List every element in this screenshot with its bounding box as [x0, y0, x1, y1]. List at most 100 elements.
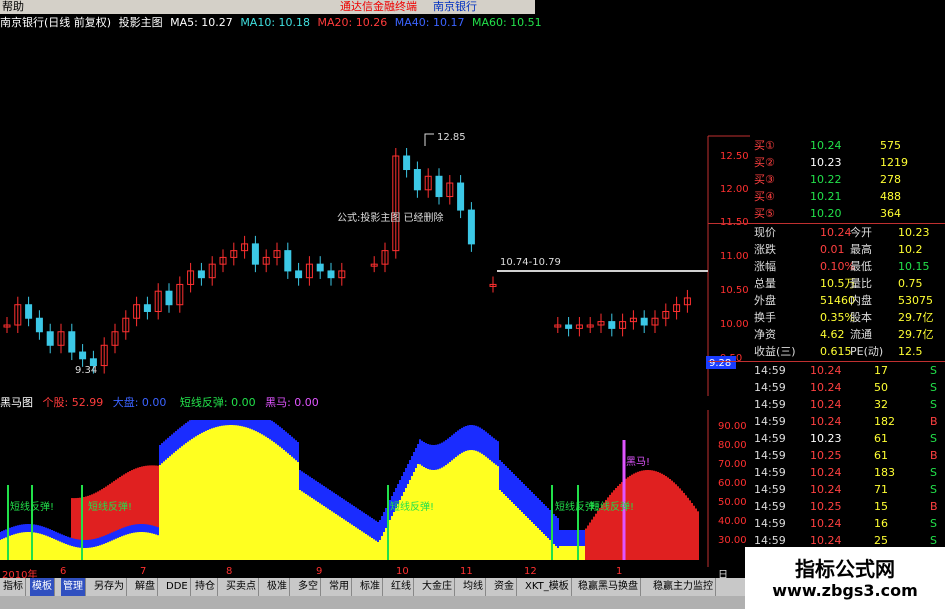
range-label: 10.74-10.79: [500, 257, 561, 268]
stat-key: PE(动): [850, 345, 884, 358]
date-label: 12: [524, 566, 537, 577]
watermark: 指标公式网 www.zbgs3.com: [745, 547, 945, 609]
stat-value: 0.01: [820, 243, 845, 256]
candle-body: [403, 155, 411, 171]
tick-time: 14:59: [754, 517, 786, 530]
ma5-value: MA5: 10.27: [170, 16, 233, 29]
candle-body: [46, 331, 54, 346]
bid-row: 买② 10.23 1219: [708, 154, 945, 171]
template-tab[interactable]: 均线: [461, 578, 486, 596]
tick-row: 14:59 10.24 50 S: [708, 379, 945, 396]
tick-volume: 32: [874, 398, 888, 411]
candle-body: [68, 331, 76, 353]
template-tab[interactable]: 另存为: [92, 578, 127, 596]
template-tab[interactable]: 资金: [492, 578, 517, 596]
template-tab[interactable]: XKT_模板: [523, 578, 572, 596]
stat-key: 总量: [754, 277, 776, 290]
template-tab[interactable]: 红线: [389, 578, 414, 596]
tick-side: S: [930, 398, 937, 411]
quote-panel: 买① 10.24 575 买② 10.23 1219 买③ 10.22 278 买④ 10.21 48…: [708, 137, 945, 564]
date-label: 1: [616, 566, 623, 577]
tick-side: B: [930, 449, 938, 462]
bid-label: 买⑤: [754, 207, 775, 220]
ma60-value: MA60: 10.51: [471, 16, 542, 29]
template-tab[interactable]: 模板: [30, 578, 55, 596]
template-tab[interactable]: 多空: [296, 578, 321, 596]
tick-row: 14:59 10.24 71 S: [708, 481, 945, 498]
alert-text: 通达信金融终端: [340, 0, 417, 13]
menu-bar: 帮助 通达信金融终端 南京银行: [0, 0, 535, 14]
template-tab[interactable]: 指标: [1, 578, 26, 596]
stat-value: 53075: [898, 294, 933, 307]
tick-row: 14:59 10.24 16 S: [708, 515, 945, 532]
stat-value: 10.24: [820, 226, 852, 239]
tick-volume: 182: [874, 415, 895, 428]
price-chart[interactable]: 10.74-10.79 12.85 9.34 公式:投影主图 已经删除 12.5…: [0, 31, 750, 396]
bid-label: 买④: [754, 190, 775, 203]
candle-body: [327, 270, 335, 279]
template-tab[interactable]: 持仓: [193, 578, 218, 596]
bid-volume: 278: [880, 173, 901, 186]
candle-body: [284, 250, 292, 272]
bid-volume: 575: [880, 139, 901, 152]
stat-row: 现价 10.24 今开 10.23: [708, 224, 945, 241]
candle-body: [197, 270, 205, 279]
candle-body: [316, 263, 324, 272]
template-tab[interactable]: 解盘: [133, 578, 158, 596]
tick-side: S: [930, 381, 937, 394]
tick-side: S: [930, 517, 937, 530]
tick-volume: 61: [874, 449, 888, 462]
stat-key: 收益(三): [754, 345, 796, 358]
stat-value: 29.7亿: [898, 311, 934, 324]
signal-label: 短线反弹!: [390, 500, 434, 513]
tick-row: 14:59 10.24 182 B: [708, 413, 945, 430]
stat-value: 4.62: [820, 328, 845, 341]
bid-price: 10.22: [810, 173, 842, 186]
date-label: 10: [396, 566, 409, 577]
indicator-chart[interactable]: 90.00 80.00 70.00 60.00 50.00 40.00 30.0…: [0, 410, 750, 567]
bid-label: 买②: [754, 156, 775, 169]
stat-value: 12.5: [898, 345, 923, 358]
candle-body: [608, 321, 616, 329]
tick-price: 10.25: [810, 500, 842, 513]
ma20-value: MA20: 10.26: [317, 16, 388, 29]
candle-body: [467, 209, 475, 245]
menu-help[interactable]: 帮助: [2, 0, 24, 14]
template-tab[interactable]: DDE: [164, 578, 191, 596]
tick-volume: 50: [874, 381, 888, 394]
template-tab[interactable]: 稳赢黑马换盘: [576, 578, 641, 596]
date-label: 9: [316, 566, 323, 577]
template-tab[interactable]: 常用: [327, 578, 352, 596]
indicator-header: 黑马图 个股: 52.99 大盘: 0.00 短线反弹: 0.00 黑马: 0.…: [0, 396, 708, 410]
stat-key: 流通: [850, 328, 872, 341]
stat-row: 外盘 51460 内盘 53075: [708, 292, 945, 309]
tick-time: 14:59: [754, 466, 786, 479]
stat-row: 净资 4.62 流通 29.7亿: [708, 326, 945, 343]
stat-value: 0.615: [820, 345, 852, 358]
tick-side: B: [930, 500, 938, 513]
candles: [3, 148, 691, 374]
candle-body: [565, 324, 573, 329]
template-tab[interactable]: 大金庄: [420, 578, 455, 596]
stat-key: 量比: [850, 277, 872, 290]
tick-row: 14:59 10.24 17 S: [708, 362, 945, 379]
stat-value: 0.75: [898, 277, 923, 290]
template-tab[interactable]: 管理: [61, 578, 86, 596]
chart-title: 南京银行(日线 前复权): [0, 16, 112, 29]
indicator-bars: [0, 420, 699, 560]
tick-price: 10.25: [810, 449, 842, 462]
template-tab[interactable]: 买卖点: [224, 578, 259, 596]
stat-value: 10.23: [898, 226, 930, 239]
tick-volume: 17: [874, 364, 888, 377]
bid-row: 买① 10.24 575: [708, 137, 945, 154]
stat-row: 总量 10.5万 量比 0.75: [708, 275, 945, 292]
template-tab[interactable]: 极准: [265, 578, 290, 596]
template-tab[interactable]: 稳赢主力监控: [651, 578, 716, 596]
stat-row: 收益(三) 0.615 PE(动) 12.5: [708, 343, 945, 360]
tick-time: 14:59: [754, 364, 786, 377]
tick-price: 10.24: [810, 381, 842, 394]
bid-row: 买⑤ 10.20 364: [708, 205, 945, 222]
tick-volume: 61: [874, 432, 888, 445]
template-tab[interactable]: 标准: [358, 578, 383, 596]
indicator-title[interactable]: 黑马图: [0, 396, 33, 409]
